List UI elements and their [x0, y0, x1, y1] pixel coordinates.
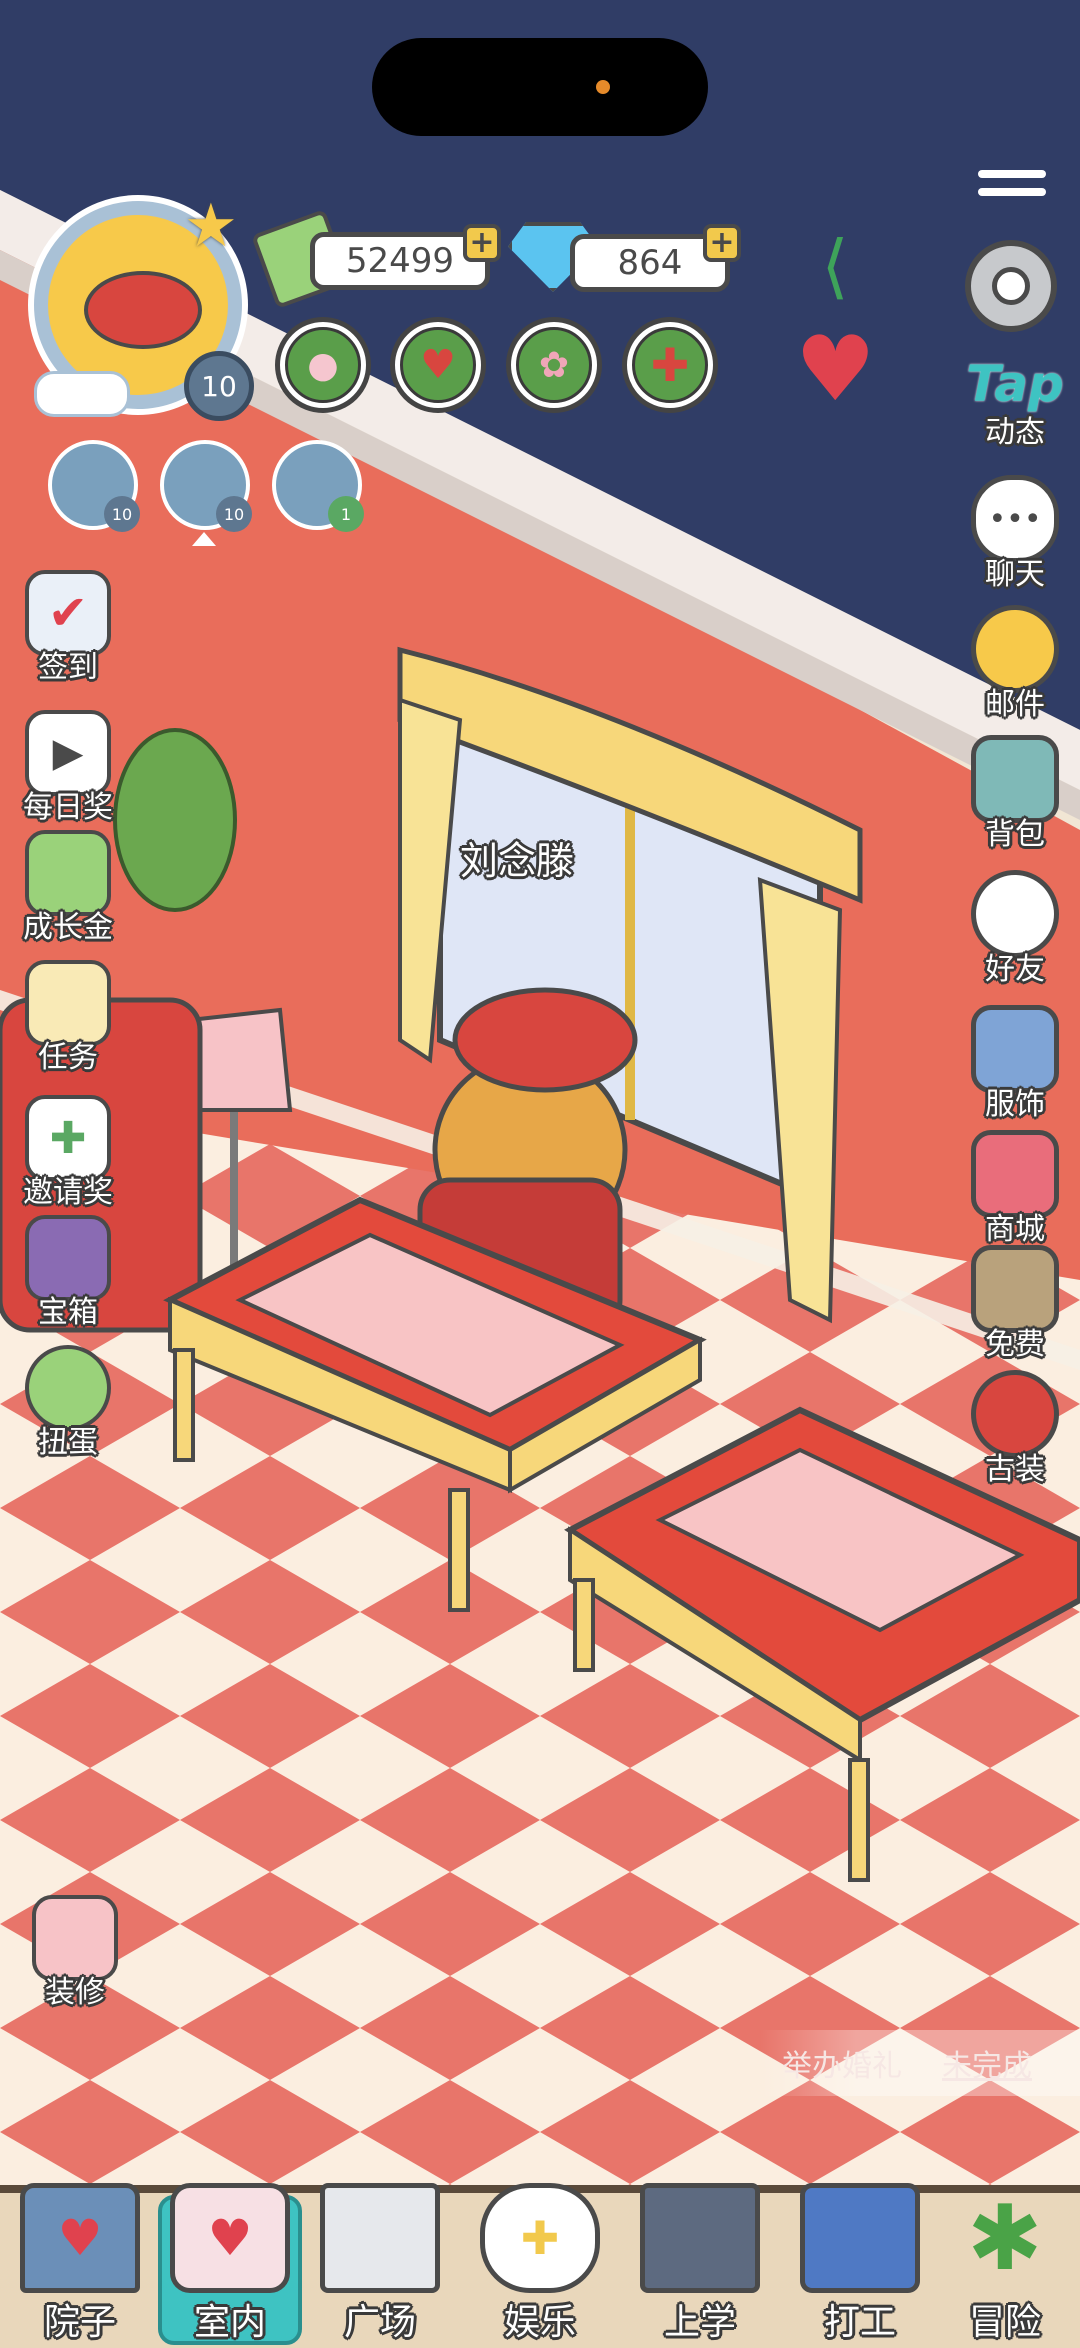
- palm-tree-icon: ✱: [967, 2185, 1043, 2291]
- costume-button[interactable]: 古装: [965, 1370, 1065, 1490]
- menu-icon[interactable]: [978, 170, 1046, 200]
- mood-stat[interactable]: ♥: [390, 317, 486, 413]
- add-gems-button[interactable]: +: [703, 224, 741, 262]
- graduation-cap-icon: [640, 2183, 760, 2293]
- growth-fund-button[interactable]: 成长金: [18, 830, 118, 950]
- pet-selected-indicator-icon: [192, 532, 216, 546]
- mail-button[interactable]: 邮件: [965, 605, 1065, 725]
- nav-entertainment[interactable]: ✚ 娱乐: [465, 2165, 615, 2345]
- health-stat[interactable]: ✚: [622, 317, 718, 413]
- nav-school[interactable]: 上学: [625, 2165, 775, 2345]
- cloud-icon: [34, 371, 130, 417]
- tasks-button[interactable]: 任务: [18, 960, 118, 1080]
- nav-yard[interactable]: ♥ 院子: [5, 2165, 155, 2345]
- cross-icon: ✚: [650, 338, 690, 392]
- gamepad-icon: ✚: [480, 2183, 600, 2293]
- pet-level-badge: 1: [328, 496, 364, 532]
- building-icon: [320, 2183, 440, 2293]
- meat-icon: ●: [307, 344, 339, 386]
- pet-slot-2[interactable]: 10: [160, 440, 252, 532]
- crab-icon: [84, 271, 202, 349]
- nav-adventure[interactable]: ✱ 冒险: [930, 2165, 1080, 2345]
- quest-status: 未完成: [942, 2049, 1032, 2084]
- heart-icon: ♥: [420, 342, 456, 388]
- free-button[interactable]: 免费: [965, 1245, 1065, 1365]
- checkin-button[interactable]: ✔ 签到: [18, 570, 118, 690]
- briefcase-icon: [800, 2183, 920, 2293]
- player-level-badge: 10: [184, 351, 254, 421]
- pet-level-badge: 10: [216, 496, 252, 532]
- pet-slot-1[interactable]: 10: [48, 440, 140, 532]
- nav-plaza[interactable]: 广场: [305, 2165, 455, 2345]
- shop-button[interactable]: 商城: [965, 1130, 1065, 1250]
- add-coins-button[interactable]: +: [463, 224, 501, 262]
- share-icon[interactable]: ⟨: [795, 226, 875, 306]
- pet-level-badge: 10: [104, 496, 140, 532]
- gacha-button[interactable]: 扭蛋: [18, 1345, 118, 1465]
- brain-icon: ✿: [538, 344, 570, 386]
- bag-button[interactable]: 背包: [965, 735, 1065, 855]
- quest-title: 举办婚礼: [782, 2049, 902, 2084]
- chat-button[interactable]: ••• 聊天: [965, 475, 1065, 595]
- friends-button[interactable]: 好友: [965, 870, 1065, 990]
- camera-dot-icon: [596, 80, 610, 94]
- star-icon: ★: [184, 191, 238, 261]
- tap-logo: Tap: [966, 355, 1064, 413]
- dynamic-island: [372, 38, 708, 136]
- invite-reward-button[interactable]: ✚ 邀请奖: [18, 1095, 118, 1215]
- quest-banner[interactable]: 举办婚礼 未完成: [760, 2030, 1080, 2096]
- pet-slot-3[interactable]: 1: [272, 440, 364, 532]
- nav-indoor[interactable]: ♥ 室内: [155, 2165, 305, 2345]
- outfit-button[interactable]: 服饰: [965, 1005, 1065, 1125]
- house-heart-icon: ♥: [20, 2183, 140, 2293]
- likes-icon[interactable]: ♥: [795, 325, 905, 415]
- intelligence-stat[interactable]: ✿: [506, 317, 602, 413]
- character-name: 刘念滕: [460, 839, 575, 883]
- bed-heart-icon: ♥: [170, 2183, 290, 2293]
- chest-button[interactable]: 宝箱: [18, 1215, 118, 1335]
- settings-gear-icon[interactable]: [965, 240, 1057, 332]
- decorate-button[interactable]: 装修: [25, 1895, 125, 2015]
- tap-feed-button[interactable]: Tap 动态: [965, 355, 1065, 475]
- nav-work[interactable]: 打工: [785, 2165, 935, 2345]
- daily-reward-button[interactable]: ▶ 每日奖: [18, 710, 118, 830]
- hunger-stat[interactable]: ●: [275, 317, 371, 413]
- player-avatar[interactable]: ★ 10: [28, 191, 254, 421]
